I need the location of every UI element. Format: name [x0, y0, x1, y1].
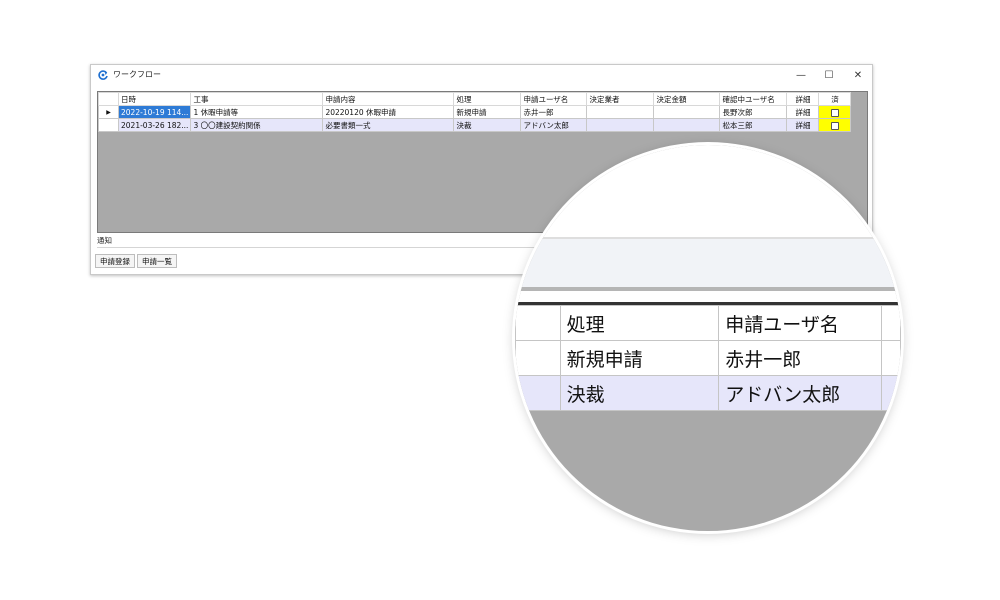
column-header-amount[interactable]: 決定金額 [653, 92, 721, 106]
column-header-date[interactable]: 日時 [117, 92, 192, 106]
cell-amount[interactable] [653, 105, 721, 119]
cell-vendor[interactable] [586, 118, 655, 132]
cell-process[interactable]: 新規申請 [453, 105, 522, 119]
column-header-process[interactable]: 処理 [453, 92, 522, 106]
cell-applicant[interactable]: アドバン太郎 [520, 118, 588, 132]
cell-confirmer[interactable]: 長野次郎 [719, 105, 788, 119]
cell-project[interactable]: 3 〇〇建設契約関係 [190, 118, 324, 132]
cell-content[interactable]: 必要書類一式 [322, 118, 455, 132]
column-header-confirmer[interactable]: 確認中ユーザ名 [719, 92, 788, 106]
magnified-row: 決裁 アドバン太郎 [515, 375, 901, 411]
done-checkbox-cell[interactable] [818, 118, 852, 132]
close-button[interactable]: ✕ [847, 67, 869, 83]
magnified-view: 処理 申請ユーザ名 新規申請 赤井一郎 決裁 アドバン太郎 [515, 145, 901, 531]
magnified-cell [880, 305, 901, 341]
application-list-button[interactable]: 申請一覧 [137, 254, 177, 268]
column-header-detail[interactable]: 詳細 [786, 92, 820, 106]
done-checkbox[interactable] [830, 121, 839, 130]
cell-process[interactable]: 決裁 [453, 118, 522, 132]
cell-content[interactable]: 20220120 休暇申請 [322, 105, 455, 119]
cell-vendor[interactable] [586, 105, 655, 119]
magnified-gap [515, 291, 901, 302]
column-header-content[interactable]: 申請内容 [322, 92, 455, 106]
magnified-table: 処理 申請ユーザ名 新規申請 赤井一郎 決裁 アドバン太郎 [515, 305, 901, 411]
magnified-header-row: 処理 申請ユーザ名 [515, 305, 901, 341]
magnifier-zoom: 処理 申請ユーザ名 新規申請 赤井一郎 決裁 アドバン太郎 [515, 145, 901, 531]
magnified-cell [515, 375, 561, 411]
magnified-panel [515, 239, 901, 287]
cell-date[interactable]: 2021-03-26 182... [117, 118, 192, 132]
maximize-button[interactable]: ☐ [818, 67, 840, 83]
cell-project[interactable]: 1 休暇申請等 [190, 105, 324, 119]
column-header-vendor[interactable]: 決定業者 [586, 92, 655, 106]
table-row[interactable]: 2021-03-26 182... 3 〇〇建設契約関係 必要書類一式 決裁 ア… [98, 118, 852, 132]
magnified-cell [880, 375, 901, 411]
app-refresh-icon [98, 70, 108, 80]
done-checkbox[interactable] [830, 108, 839, 117]
magnified-cell [515, 305, 561, 341]
column-header-project[interactable]: 工事 [190, 92, 324, 106]
window-title: ワークフロー [113, 70, 161, 79]
current-row-marker-icon: ▶ [98, 105, 119, 119]
magnified-cell-applicant: 赤井一郎 [718, 340, 882, 376]
corner-header [98, 92, 119, 106]
cell-date[interactable]: 2022-10-19 114... [117, 105, 192, 119]
magnified-row: 新規申請 赤井一郎 [515, 340, 901, 376]
magnified-cell-applicant: アドバン太郎 [718, 375, 882, 411]
table-row[interactable]: ▶ 2022-10-19 114... 1 休暇申請等 20220120 休暇申… [98, 105, 852, 119]
magnified-cell [880, 340, 901, 376]
application-register-button[interactable]: 申請登録 [95, 254, 135, 268]
done-checkbox-cell[interactable] [818, 105, 852, 119]
magnified-cell [515, 340, 561, 376]
magnified-header-process: 処理 [559, 305, 720, 341]
cell-amount[interactable] [653, 118, 721, 132]
magnified-cell-process: 新規申請 [559, 340, 720, 376]
notice-label: 通知 [97, 236, 112, 245]
row-header[interactable] [98, 118, 119, 132]
minimize-button[interactable]: — [790, 67, 812, 83]
column-header-done[interactable]: 済 [818, 92, 852, 106]
title-bar: ワークフロー — ☐ ✕ [91, 65, 872, 85]
cell-applicant[interactable]: 赤井一郎 [520, 105, 588, 119]
header-row: 日時 工事 申請内容 処理 申請ユーザ名 決定業者 決定金額 確認中ユーザ名 詳… [98, 92, 852, 106]
cell-confirmer[interactable]: 松本三郎 [719, 118, 788, 132]
workflow-table: 日時 工事 申請内容 処理 申請ユーザ名 決定業者 決定金額 確認中ユーザ名 詳… [98, 92, 852, 132]
detail-button[interactable]: 詳細 [786, 118, 820, 132]
magnified-header-applicant: 申請ユーザ名 [718, 305, 882, 341]
magnified-cell-process: 決裁 [559, 375, 720, 411]
detail-button[interactable]: 詳細 [786, 105, 820, 119]
column-header-applicant[interactable]: 申請ユーザ名 [520, 92, 588, 106]
magnified-background [515, 145, 901, 237]
